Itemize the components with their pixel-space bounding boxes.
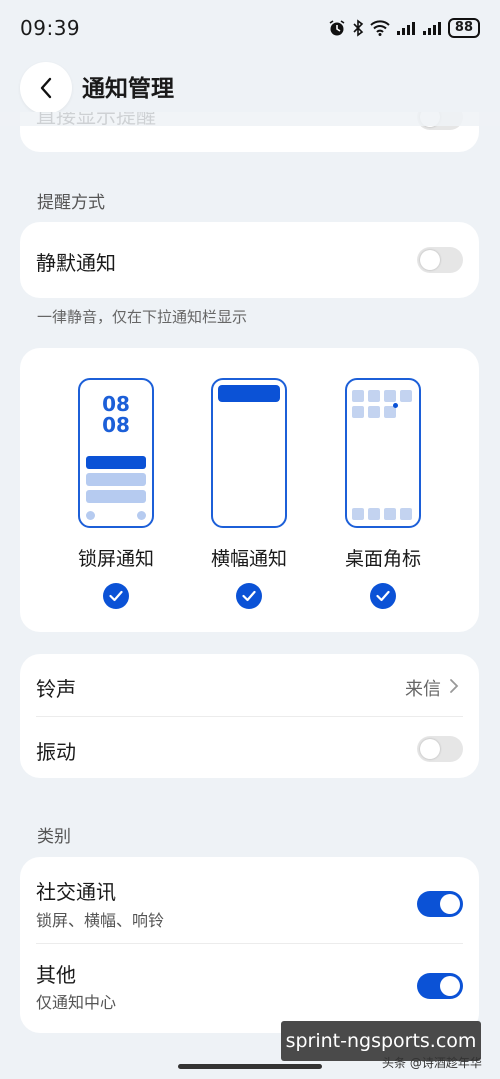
grid-row-1 xyxy=(352,390,418,402)
wifi-icon xyxy=(370,20,390,36)
badge-check[interactable] xyxy=(370,583,396,609)
app-tile xyxy=(400,390,412,402)
vibrate-label: 振动 xyxy=(36,740,76,764)
page-header: 通知管理 xyxy=(0,56,500,114)
app-tile xyxy=(352,390,364,402)
banner-preview[interactable] xyxy=(211,378,287,528)
bluetooth-icon xyxy=(353,19,364,37)
app-tile xyxy=(384,390,396,402)
checkmark-icon xyxy=(109,590,123,602)
dock-tile xyxy=(384,508,396,520)
page-title: 通知管理 xyxy=(82,76,174,102)
toggle-knob xyxy=(420,250,440,270)
ringtone-label: 铃声 xyxy=(36,677,76,701)
app-tile xyxy=(352,406,364,418)
badge-dot xyxy=(393,403,398,408)
badge-preview[interactable] xyxy=(345,378,421,528)
home-indicator[interactable] xyxy=(178,1064,322,1069)
toggle-knob xyxy=(420,739,440,759)
dock-tile xyxy=(400,508,412,520)
preview-time-line-2: 08 xyxy=(102,413,130,437)
checkmark-icon xyxy=(242,590,256,602)
banner-check[interactable] xyxy=(236,583,262,609)
app-tile xyxy=(368,390,380,402)
status-icons: 88 xyxy=(328,18,480,38)
silent-description: 一律静音，仅在下拉通知栏显示 xyxy=(37,308,248,326)
preview-dot-left xyxy=(86,511,95,520)
preview-dot-right xyxy=(137,511,146,520)
dock-tile xyxy=(368,508,380,520)
lock-screen-preview[interactable]: 08 08 xyxy=(78,378,154,528)
vibrate-toggle[interactable] xyxy=(417,736,463,762)
lock-screen-label: 锁屏通知 xyxy=(77,548,154,570)
preview-app-grid xyxy=(352,390,418,418)
battery-indicator: 88 xyxy=(447,18,480,38)
status-time: 09:39 xyxy=(20,16,81,40)
silent-notification-label: 静默通知 xyxy=(36,251,116,275)
preview-time: 08 08 xyxy=(80,394,152,436)
preview-dock xyxy=(352,508,412,520)
category-social-sub: 锁屏、横幅、响铃 xyxy=(36,911,165,930)
category-row-other[interactable]: 其他 仅通知中心 xyxy=(20,943,479,1033)
grid-row-2 xyxy=(352,403,418,418)
sound-card: 铃声 来信 振动 xyxy=(20,654,479,778)
header-backdrop xyxy=(0,112,500,126)
status-bar: 09:39 88 xyxy=(0,0,500,56)
app-tile xyxy=(368,406,380,418)
preview-notif-3 xyxy=(86,490,146,503)
app-tile-with-badge xyxy=(384,403,398,418)
category-social-label: 社交通讯 xyxy=(36,880,116,904)
preview-banner-bar xyxy=(218,385,280,402)
chevron-left-icon xyxy=(40,77,52,99)
ringtone-row[interactable]: 铃声 来信 xyxy=(20,654,479,716)
section-label-reminder: 提醒方式 xyxy=(37,193,105,213)
back-button[interactable] xyxy=(20,62,72,114)
watermark-credit: 头条 @诗酒趁年华 xyxy=(382,1056,482,1070)
preview-notif-1 xyxy=(86,456,146,469)
dock-tile xyxy=(352,508,364,520)
chevron-right-icon xyxy=(450,679,459,693)
category-card: 社交通讯 锁屏、横幅、响铃 其他 仅通知中心 xyxy=(20,857,479,1033)
preview-notif-2 xyxy=(86,473,146,486)
category-social-toggle[interactable] xyxy=(417,891,463,917)
silent-notification-toggle[interactable] xyxy=(417,247,463,273)
toggle-knob xyxy=(440,894,460,914)
alarm-icon xyxy=(329,20,345,36)
category-row-social[interactable]: 社交通讯 锁屏、横幅、响铃 xyxy=(20,857,479,943)
banner-label: 横幅通知 xyxy=(210,548,287,570)
toggle-knob xyxy=(440,976,460,996)
divider xyxy=(36,716,463,717)
ringtone-value: 来信 xyxy=(405,679,441,700)
category-other-toggle[interactable] xyxy=(417,973,463,999)
category-other-sub: 仅通知中心 xyxy=(36,993,117,1012)
signal-icon xyxy=(396,22,415,35)
silent-card: 静默通知 xyxy=(20,222,479,298)
display-mode-card: 08 08 锁屏通知 横幅通知 桌面角标 xyxy=(20,348,479,632)
preview-time-line-1: 08 xyxy=(102,392,130,416)
lock-screen-check[interactable] xyxy=(103,583,129,609)
signal-icon-2 xyxy=(422,22,441,35)
section-label-category: 类别 xyxy=(37,827,71,847)
category-other-label: 其他 xyxy=(36,963,76,987)
badge-label: 桌面角标 xyxy=(344,548,421,570)
checkmark-icon xyxy=(376,590,390,602)
